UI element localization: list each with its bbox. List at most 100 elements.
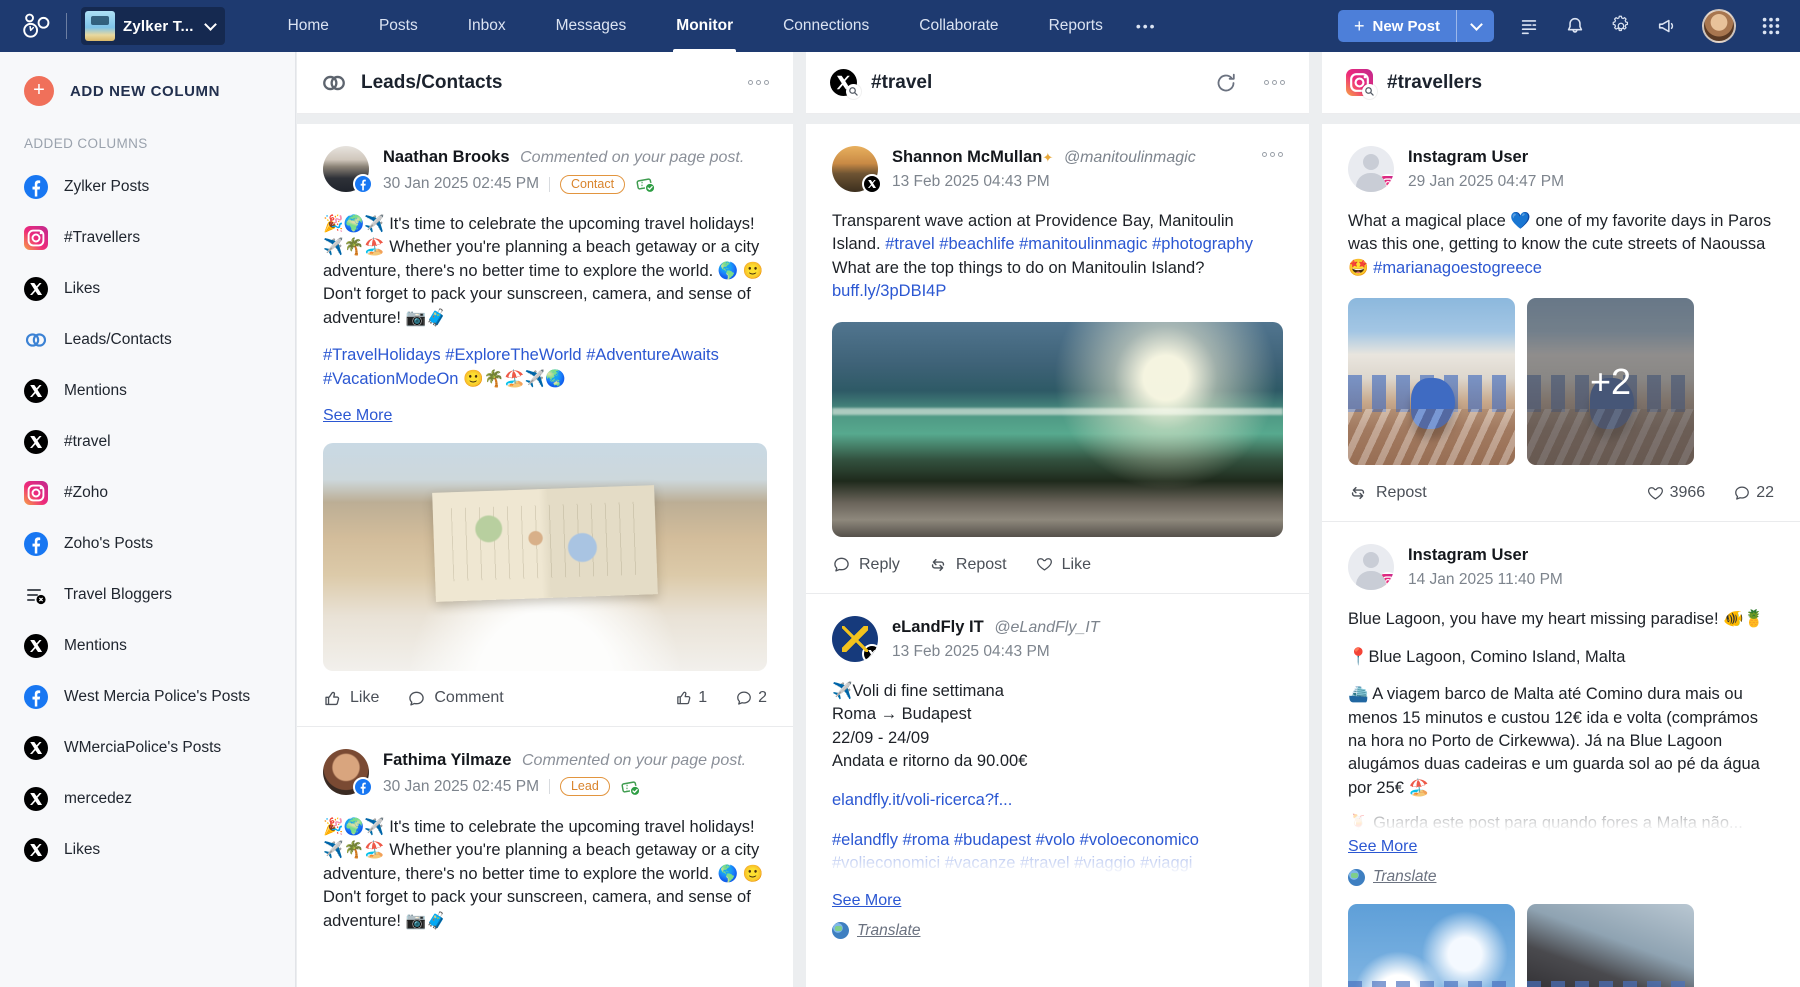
new-post-button[interactable]: + New Post <box>1338 10 1456 42</box>
sidebar-item-zylker-posts[interactable]: Zylker Posts <box>24 161 295 212</box>
sidebar-item-mentions[interactable]: Mentions <box>24 365 295 416</box>
avatar[interactable] <box>1348 146 1394 192</box>
activity-feed-icon[interactable] <box>1518 15 1540 37</box>
author-name[interactable]: Fathima Yilmaze <box>383 751 511 769</box>
sidebar-item-travel-bloggers[interactable]: Travel Bloggers <box>24 569 295 620</box>
sidebar-item-wmerciapolice-posts[interactable]: WMerciaPolice's Posts <box>24 722 295 773</box>
column-feed[interactable]: Shannon McMullan✦ @manitoulinmagic 13 Fe… <box>806 124 1309 987</box>
sidebar-item-leads-contacts[interactable]: Leads/Contacts <box>24 314 295 365</box>
like-count[interactable]: 1 <box>675 689 707 707</box>
post-photo-rocks[interactable] <box>1527 904 1694 987</box>
announcements-megaphone-icon[interactable] <box>1656 15 1678 37</box>
author-name[interactable]: Naathan Brooks <box>383 148 510 166</box>
nav-item-connections[interactable]: Connections <box>758 0 894 52</box>
author-handle[interactable]: @eLandFly_IT <box>994 619 1099 636</box>
nav-item-collaborate[interactable]: Collaborate <box>894 0 1023 52</box>
post-photo-wave[interactable] <box>832 322 1283 537</box>
avatar[interactable] <box>1348 544 1394 590</box>
translate-link[interactable]: Translate <box>832 922 1283 940</box>
see-more-link[interactable]: See More <box>832 892 901 910</box>
author-name[interactable]: eLandFly IT <box>892 618 984 636</box>
post-text: What are the top things to do on Manitou… <box>832 259 1204 277</box>
user-avatar[interactable] <box>1702 9 1736 43</box>
nav-right-cluster: + New Post <box>1338 9 1782 43</box>
zoho-crm-icon <box>24 328 48 352</box>
zoho-social-logo-icon[interactable] <box>16 11 56 41</box>
sidebar-item-zoho-hashtag[interactable]: #Zoho <box>24 467 295 518</box>
post-menu-icon[interactable] <box>1262 152 1283 157</box>
comment-count[interactable]: 22 <box>1733 484 1774 502</box>
nav-item-home[interactable]: Home <box>263 0 354 52</box>
nav-item-messages[interactable]: Messages <box>531 0 652 52</box>
nav-more-menu[interactable]: ••• <box>1128 18 1165 34</box>
author-name[interactable]: Shannon McMullan <box>892 148 1042 166</box>
author-name[interactable]: Instagram User <box>1408 148 1528 166</box>
post-photo-map[interactable] <box>323 443 767 671</box>
globe-icon <box>832 922 849 939</box>
nav-item-monitor[interactable]: Monitor <box>651 0 758 52</box>
more-photos-overlay[interactable]: +2 <box>1527 298 1694 465</box>
crm-lead-badge[interactable]: Lead <box>560 777 610 796</box>
sidebar-item-likes-2[interactable]: Likes <box>24 824 295 875</box>
author-name[interactable]: Instagram User <box>1408 546 1528 564</box>
new-post-dropdown-button[interactable] <box>1456 10 1494 42</box>
sidebar-item-travellers[interactable]: #Travellers <box>24 212 295 263</box>
settings-gear-icon[interactable] <box>1610 15 1632 37</box>
post-hashtags[interactable]: #TravelHolidays #ExploreTheWorld #Advent… <box>323 346 719 387</box>
comment-count[interactable]: 2 <box>735 689 767 707</box>
facebook-icon <box>24 175 48 199</box>
comment-button[interactable]: Comment <box>407 689 503 708</box>
like-button[interactable]: Like <box>1035 555 1091 574</box>
see-more-link[interactable]: See More <box>1348 838 1417 856</box>
post-timestamp: 29 Jan 2025 04:47 PM <box>1408 173 1564 191</box>
sidebar-item-mercedez[interactable]: mercedez <box>24 773 295 824</box>
reply-button[interactable]: Reply <box>832 555 900 574</box>
avatar[interactable] <box>323 749 369 795</box>
top-navbar: Zylker T... Home Posts Inbox Messages Mo… <box>0 0 1800 52</box>
like-count[interactable]: 3966 <box>1646 484 1706 503</box>
post-photo-sky[interactable] <box>1348 904 1515 987</box>
brand-name: Zylker T... <box>123 18 194 35</box>
post-hashtags[interactable]: #elandfly #roma #budapest #volo #voloeco… <box>832 829 1283 852</box>
sidebar-item-zohos-posts[interactable]: Zoho's Posts <box>24 518 295 569</box>
repost-button[interactable]: Repost <box>928 555 1007 575</box>
column-menu-icon[interactable] <box>1264 80 1285 85</box>
refresh-icon[interactable] <box>1214 71 1238 95</box>
avatar[interactable] <box>832 616 878 662</box>
column-feed[interactable]: Naathan Brooks Commented on your page po… <box>297 124 793 987</box>
post-hashtag[interactable]: #marianagoestogreece <box>1373 259 1542 277</box>
translate-link[interactable]: Translate <box>1348 868 1774 886</box>
sidebar-item-mentions-2[interactable]: Mentions <box>24 620 295 671</box>
see-more-link[interactable]: See More <box>323 407 392 425</box>
post-hashtags[interactable]: #travel #beachlife #manitoulinmagic #pho… <box>885 235 1253 253</box>
like-button[interactable]: Like <box>323 689 379 708</box>
add-new-column-button[interactable]: + ADD NEW COLUMN <box>24 76 295 106</box>
post-hashtags-faded[interactable]: #volieconomici #vacanze #travel #viaggio… <box>832 852 1283 875</box>
brand-selector[interactable]: Zylker T... <box>81 7 225 45</box>
verified-sparkle-icon: ✦ <box>1042 150 1053 165</box>
avatar[interactable] <box>323 146 369 192</box>
instagram-icon <box>24 226 48 250</box>
sidebar-item-west-mercia-posts[interactable]: West Mercia Police's Posts <box>24 671 295 722</box>
column-feed[interactable]: Instagram User 29 Jan 2025 04:47 PM What… <box>1322 124 1800 987</box>
x-icon <box>24 379 48 403</box>
apps-grid-icon[interactable] <box>1760 15 1782 37</box>
avatar[interactable] <box>832 146 878 192</box>
new-post-split-button: + New Post <box>1338 10 1494 42</box>
author-handle[interactable]: @manitoulinmagic <box>1064 149 1196 166</box>
notifications-bell-icon[interactable] <box>1564 15 1586 37</box>
nav-item-posts[interactable]: Posts <box>354 0 443 52</box>
column-menu-icon[interactable] <box>748 80 769 85</box>
sidebar-item-likes[interactable]: Likes <box>24 263 295 314</box>
post-link[interactable]: buff.ly/3pDBI4P <box>832 282 946 300</box>
header-gap <box>1322 114 1800 124</box>
repost-button[interactable]: Repost <box>1348 483 1427 503</box>
post-link[interactable]: elandfly.it/voli-ricerca?f... <box>832 791 1012 809</box>
crm-contact-badge[interactable]: Contact <box>560 175 625 194</box>
post-photo-naoussa-2[interactable]: +2 <box>1527 298 1694 465</box>
sidebar-item-travel[interactable]: #travel <box>24 416 295 467</box>
nav-item-inbox[interactable]: Inbox <box>443 0 531 52</box>
x-search-icon <box>830 69 857 96</box>
nav-item-reports[interactable]: Reports <box>1024 0 1128 52</box>
post-photo-naoussa-1[interactable] <box>1348 298 1515 465</box>
